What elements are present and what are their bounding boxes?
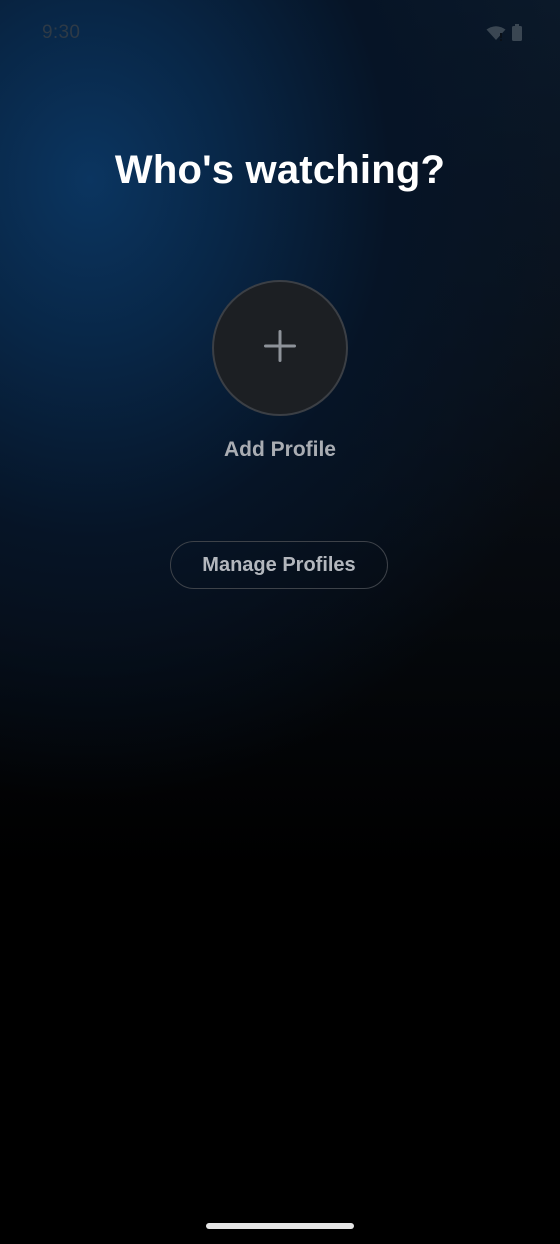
add-profile-label[interactable]: Add Profile [0, 438, 560, 462]
add-profile-button[interactable] [212, 280, 348, 416]
manage-profiles-label: Manage Profiles [202, 553, 356, 576]
status-time: 9:30 [42, 22, 81, 43]
home-indicator[interactable] [206, 1223, 354, 1229]
plus-icon [262, 328, 298, 369]
profile-selection-screen: 9:30 Who's watching? Add Profile Manage … [0, 0, 560, 1244]
status-bar: 9:30 [0, 0, 560, 66]
status-icons [486, 24, 522, 46]
battery-icon [512, 24, 522, 46]
page-title: Who's watching? [114, 148, 446, 192]
manage-profiles-button[interactable]: Manage Profiles [170, 541, 388, 589]
wifi-icon [486, 25, 506, 46]
